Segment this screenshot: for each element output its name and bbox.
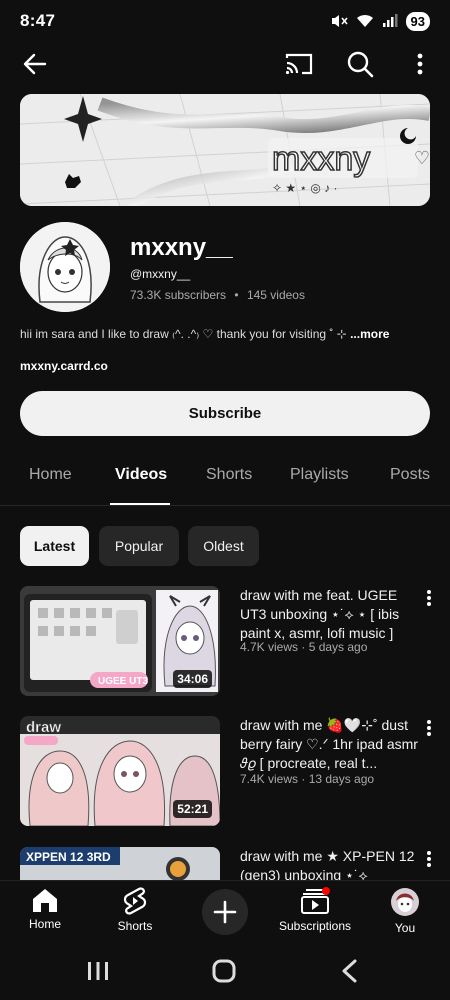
nav-subscriptions[interactable]: Subscriptions [270, 887, 360, 933]
status-bar: 8:47 93 [0, 0, 450, 42]
signal-icon [382, 14, 398, 27]
svg-text:♡: ♡ [414, 148, 430, 168]
subscriber-count: 73.3K subscribers [130, 288, 227, 302]
video-item[interactable]: UGEE UT3 34:06 draw with me feat. UGEE U… [0, 586, 450, 702]
stats-separator: • [234, 288, 239, 302]
nav-label: Home [28, 917, 61, 931]
tab-home[interactable]: Home [29, 466, 72, 484]
svg-text:XPPEN 12 3RD: XPPEN 12 3RD [26, 850, 111, 864]
video-title[interactable]: draw with me 🍓🤍⊹˚ dust berry fairy ♡.ᐟ 1… [240, 716, 418, 773]
channel-stats: 73.3K subscribers • 145 videos [130, 288, 305, 302]
tab-posts[interactable]: Posts [390, 466, 430, 484]
svg-text:✧ ★ ⋆ ◎ ♪ ·: ✧ ★ ⋆ ◎ ♪ · [272, 181, 337, 195]
nav-home[interactable]: Home [0, 887, 90, 931]
video-duration: 34:06 [173, 670, 212, 688]
shorts-icon [123, 887, 147, 915]
chip-oldest[interactable]: Oldest [188, 526, 259, 566]
description-text: hii im sara and I like to draw ₍^. .^₎ ♡… [20, 327, 351, 341]
channel-name: mxxny__ [130, 234, 233, 261]
home-icon [33, 889, 57, 912]
wifi-icon [356, 14, 373, 27]
search-icon[interactable] [344, 48, 376, 80]
video-count: 145 videos [246, 288, 305, 302]
svg-text:UGEE UT3: UGEE UT3 [98, 676, 148, 687]
more-vert-icon[interactable] [404, 48, 436, 80]
top-app-bar [0, 42, 450, 86]
create-icon [213, 900, 237, 924]
chip-popular[interactable]: Popular [99, 526, 179, 566]
channel-handle: @mxxny__ [130, 267, 191, 281]
channel-banner: mxxny ✧ ★ ⋆ ◎ ♪ · ♡ [20, 94, 430, 206]
video-item[interactable]: draw 52:21 draw with me 🍓🤍⊹˚ dust berry … [0, 716, 450, 832]
subscribe-button[interactable]: Subscribe [20, 391, 430, 436]
video-title[interactable]: draw with me ★ XP-PEN 12 (gen3) unboxing… [240, 847, 418, 880]
tab-videos[interactable]: Videos [115, 466, 167, 484]
subscriptions-icon [301, 887, 330, 914]
active-tab-indicator [110, 503, 170, 505]
video-meta: 4.7K views · 5 days ago [240, 640, 368, 654]
more-vert-icon[interactable] [420, 588, 438, 608]
channel-avatar[interactable] [20, 222, 110, 312]
video-duration: 52:21 [173, 800, 212, 818]
bottom-navigation: Home Shorts Subscriptions You [0, 880, 450, 942]
status-time: 8:47 [20, 11, 56, 30]
channel-tabs: Home Videos Shorts Playlists Posts [0, 448, 450, 506]
banner-text: mxxny [272, 140, 370, 178]
tab-playlists[interactable]: Playlists [290, 466, 349, 484]
chip-latest[interactable]: Latest [20, 526, 89, 566]
video-thumbnail[interactable]: draw 52:21 [20, 716, 220, 826]
video-title[interactable]: draw with me feat. UGEE UT3 unboxing ⋆˙⟡… [240, 586, 418, 643]
nav-label: Shorts [117, 919, 153, 933]
nav-label: Subscriptions [278, 919, 352, 933]
tab-shorts[interactable]: Shorts [206, 466, 252, 484]
cast-icon[interactable] [283, 48, 315, 80]
video-thumbnail[interactable]: XPPEN 12 3RD [20, 847, 220, 880]
system-navigation [0, 942, 450, 1000]
nav-shorts[interactable]: Shorts [90, 887, 180, 933]
back-nav-icon[interactable] [335, 956, 365, 986]
create-button[interactable] [202, 889, 248, 935]
more-vert-icon[interactable] [420, 718, 438, 738]
home-nav-icon[interactable] [209, 956, 239, 986]
video-meta: 7.4K views · 13 days ago [240, 772, 375, 786]
more-vert-icon[interactable] [420, 849, 438, 869]
battery-indicator: 93 [405, 11, 430, 31]
nav-label: You [394, 921, 416, 935]
recents-icon[interactable] [83, 956, 113, 986]
channel-external-link[interactable]: mxxny.carrd.co [20, 359, 108, 373]
more-link[interactable]: ...more [350, 327, 389, 341]
channel-description[interactable]: hii im sara and I like to draw ₍^. .^₎ ♡… [20, 327, 389, 341]
video-thumbnail[interactable]: UGEE UT3 34:06 [20, 586, 220, 696]
mute-icon [331, 15, 348, 27]
nav-you[interactable]: You [360, 887, 450, 935]
status-icons: 93 [330, 11, 430, 31]
video-item[interactable]: XPPEN 12 3RD draw with me ★ XP-PEN 12 (g… [0, 847, 450, 880]
svg-text:draw: draw [26, 719, 61, 736]
avatar-icon [391, 888, 419, 916]
back-arrow-icon[interactable] [19, 48, 51, 80]
